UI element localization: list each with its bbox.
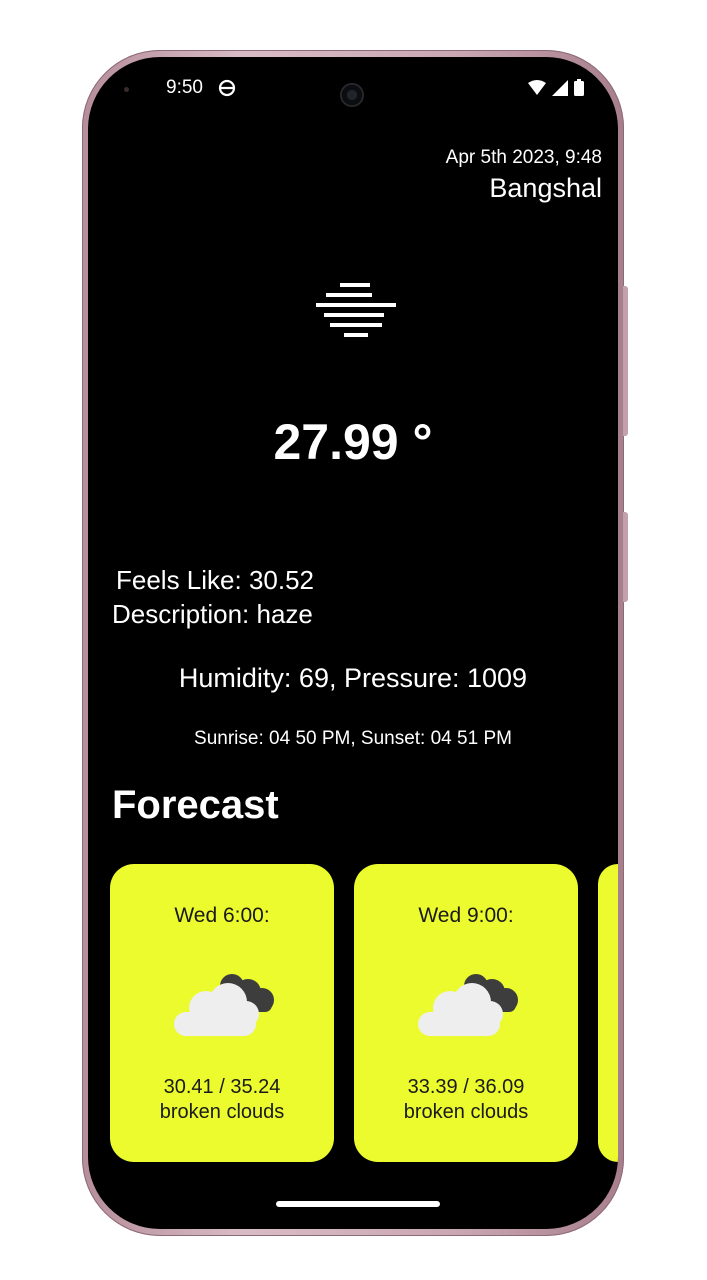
broken-clouds-icon [418, 974, 518, 1036]
volume-button [623, 286, 628, 436]
feels-like: Feels Like: 30.52 [116, 565, 315, 595]
signal-icon [552, 79, 568, 96]
battery-icon [574, 79, 584, 96]
forecast-temps: 30.41 / 35.24 [163, 1076, 281, 1098]
location-name: Bangshal [489, 173, 602, 203]
forecast-time: Wed 9:00: [418, 904, 514, 927]
haze-icon [316, 283, 396, 337]
power-button [623, 512, 628, 602]
status-bar: 9:50 [88, 57, 618, 123]
forecast-card-partial[interactable] [598, 864, 618, 1162]
notification-dot [124, 87, 129, 92]
forecast-temps: 33.39 / 36.09 [407, 1076, 525, 1098]
app-screen: 9:50 Apr 5th 2023, 9:48 Bangshal 27.99 °… [88, 57, 618, 1229]
home-indicator[interactable] [276, 1201, 440, 1207]
forecast-title: Forecast [112, 783, 279, 827]
forecast-time: Wed 6:00: [174, 904, 270, 927]
date-time: Apr 5th 2023, 9:48 [445, 147, 602, 168]
status-time: 9:50 [166, 77, 203, 98]
front-camera [340, 83, 364, 107]
wifi-icon [528, 80, 546, 95]
humidity-pressure: Humidity: 69, Pressure: 1009 [178, 663, 528, 693]
forecast-description: broken clouds [159, 1101, 285, 1123]
sync-icon [218, 79, 236, 97]
status-icons [528, 79, 584, 96]
weather-description: Description: haze [112, 599, 313, 629]
sunrise-sunset: Sunrise: 04 50 PM, Sunset: 04 51 PM [194, 728, 512, 749]
broken-clouds-icon [174, 974, 274, 1036]
forecast-card[interactable]: Wed 6:00: 30.41 / 35.24 broken clouds [110, 864, 334, 1162]
forecast-card[interactable]: Wed 9:00: 33.39 / 36.09 broken clouds [354, 864, 578, 1162]
current-temperature: 27.99 ° [273, 414, 433, 470]
forecast-description: broken clouds [403, 1101, 529, 1123]
